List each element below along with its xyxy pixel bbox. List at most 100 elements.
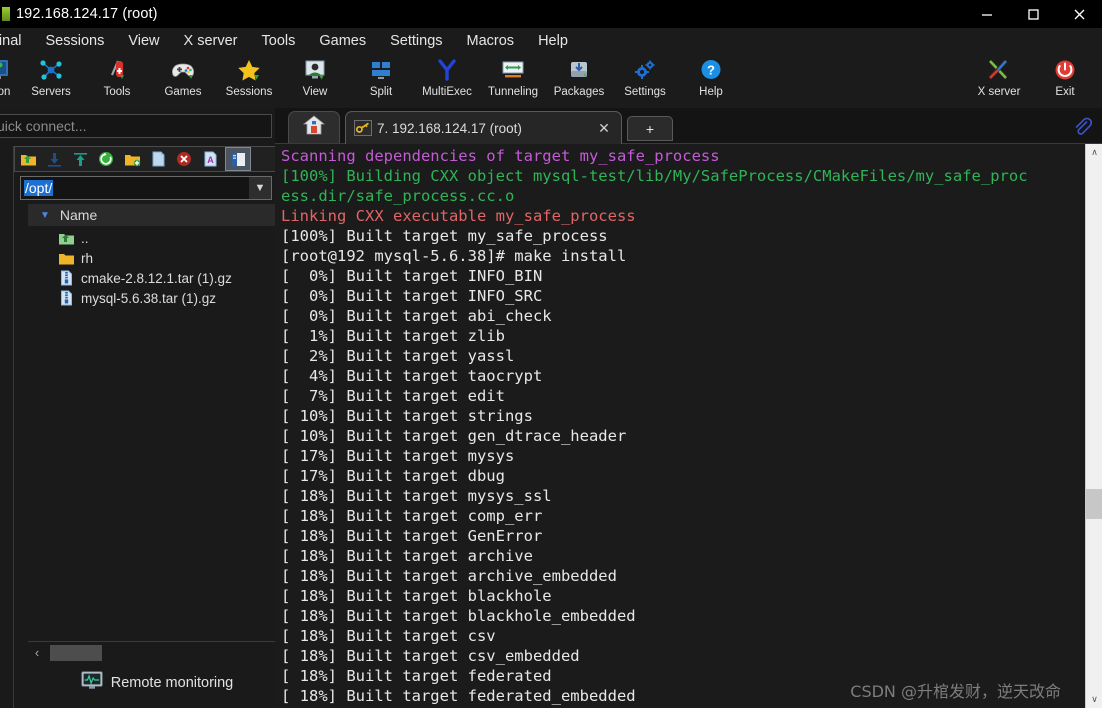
chevron-down-icon[interactable]: ▼ bbox=[249, 177, 271, 199]
toolbar-tunneling[interactable]: Tunneling bbox=[480, 54, 546, 108]
list-item[interactable]: mysql-5.6.38.tar (1).gz bbox=[28, 288, 288, 308]
scroll-left-arrow[interactable]: ‹ bbox=[28, 645, 46, 660]
toolbar-servers-label: Servers bbox=[31, 86, 71, 98]
upload-icon[interactable] bbox=[67, 147, 93, 171]
archive-file-icon bbox=[58, 290, 75, 306]
main-toolbar: ssion Servers bbox=[0, 54, 1102, 108]
column-header-name: Name bbox=[59, 207, 98, 223]
remote-monitoring-button[interactable]: Remote monitoring bbox=[28, 668, 286, 698]
maximize-button[interactable] bbox=[1010, 0, 1056, 28]
scroll-thumb[interactable] bbox=[1086, 489, 1102, 519]
sftp-column-header[interactable]: ▼ Name bbox=[28, 204, 286, 226]
settings-gear-icon bbox=[632, 56, 658, 84]
scroll-thumb[interactable] bbox=[50, 644, 102, 661]
toolbar-multiexec-label: MultiExec bbox=[422, 86, 472, 98]
tab-home[interactable] bbox=[288, 111, 340, 143]
toolbar-split[interactable]: Split bbox=[348, 54, 414, 108]
terminal-line: Scanning dependencies of target my_safe_… bbox=[281, 147, 720, 165]
folder-icon bbox=[58, 250, 75, 266]
new-folder-icon[interactable] bbox=[119, 147, 145, 171]
games-icon bbox=[169, 56, 197, 84]
terminal-line: [ 7%] Built target edit bbox=[281, 387, 505, 405]
terminal-output[interactable]: Scanning dependencies of target my_safe_… bbox=[275, 144, 1085, 708]
list-item[interactable]: rh bbox=[28, 248, 288, 268]
toolbar-view[interactable]: View bbox=[282, 54, 348, 108]
window-controls bbox=[964, 0, 1102, 28]
paperclip-icon[interactable] bbox=[1070, 115, 1094, 139]
toolbar-exit[interactable]: Exit bbox=[1032, 54, 1098, 108]
menu-view[interactable]: View bbox=[116, 28, 171, 54]
minimize-button[interactable] bbox=[964, 0, 1010, 28]
window-title: 192.168.124.17 (root) bbox=[16, 6, 158, 22]
menu-tools[interactable]: Tools bbox=[250, 28, 308, 54]
terminal-line: [ 18%] Built target comp_err bbox=[281, 507, 543, 525]
toolbar-session-label: ssion bbox=[0, 86, 11, 98]
toolbar-help-label: Help bbox=[699, 86, 723, 98]
menu-sessions[interactable]: Sessions bbox=[33, 28, 116, 54]
packages-icon bbox=[566, 56, 592, 84]
toolbar-settings[interactable]: Settings bbox=[612, 54, 678, 108]
terminal-line: [ 0%] Built target INFO_BIN bbox=[281, 267, 543, 285]
menu-terminal[interactable]: rminal bbox=[0, 28, 33, 54]
terminal-line: [ 18%] Built target archive bbox=[281, 547, 533, 565]
terminal-line: Linking CXX executable my_safe_process bbox=[281, 207, 636, 225]
toolbar-help[interactable]: ? Help bbox=[678, 54, 744, 108]
home-icon bbox=[302, 115, 326, 140]
file-name: rh bbox=[81, 250, 94, 266]
refresh-icon[interactable] bbox=[93, 147, 119, 171]
quick-connect-input[interactable]: uick connect... bbox=[0, 114, 272, 138]
terminal-line: [100%] Built target my_safe_process bbox=[281, 227, 608, 245]
sort-descending-icon: ▼ bbox=[40, 209, 50, 221]
terminal-line: [ 18%] Built target csv bbox=[281, 627, 496, 645]
sftp-path-input[interactable]: /opt/ ▼ bbox=[20, 176, 272, 200]
scroll-track[interactable] bbox=[46, 644, 268, 661]
toolbar-sessions-label: Sessions bbox=[225, 86, 273, 98]
tab-session-active[interactable]: 7. 192.168.124.17 (root) ✕ bbox=[345, 111, 622, 144]
terminal-line: [ 10%] Built target strings bbox=[281, 407, 533, 425]
toolbar-session[interactable]: ssion bbox=[0, 54, 18, 108]
terminal-line: [ 17%] Built target mysys bbox=[281, 447, 515, 465]
sftp-file-list: .. rh cmake-2.8.12.1.tar (1).gz mysql-5.… bbox=[28, 228, 288, 308]
menu-games[interactable]: Games bbox=[307, 28, 378, 54]
list-item[interactable]: .. bbox=[28, 228, 288, 248]
svg-text:?: ? bbox=[707, 63, 715, 78]
new-tab-button[interactable]: + bbox=[627, 116, 673, 141]
terminal-prompt-line: [root@192 mysql-5.6.38]# make install bbox=[281, 247, 627, 265]
sftp-panel: uick connect... A /opt/ ▼ ▼ Name .. rh c… bbox=[0, 108, 286, 708]
session-icon bbox=[0, 56, 10, 84]
menu-settings[interactable]: Settings bbox=[378, 28, 454, 54]
toolbar-servers[interactable]: Servers bbox=[18, 54, 84, 108]
terminal-line: [ 0%] Built target INFO_SRC bbox=[281, 287, 543, 305]
tab-close-icon[interactable]: ✕ bbox=[595, 120, 613, 137]
mobaxterm-window: 192.168.124.17 (root) rminal Sessions Vi… bbox=[0, 0, 1102, 708]
delete-icon[interactable] bbox=[171, 147, 197, 171]
scroll-down-arrow[interactable]: ∨ bbox=[1086, 691, 1102, 708]
multiexec-icon bbox=[434, 56, 460, 84]
terminal-line: [ 18%] Built target mysys_ssl bbox=[281, 487, 552, 505]
toolbar-sessions[interactable]: Sessions bbox=[216, 54, 282, 108]
list-item[interactable]: cmake-2.8.12.1.tar (1).gz bbox=[28, 268, 288, 288]
toolbar-tools[interactable]: Tools bbox=[84, 54, 150, 108]
toolbar-multiexec[interactable]: MultiExec bbox=[414, 54, 480, 108]
menu-x-server[interactable]: X server bbox=[172, 28, 250, 54]
toolbar-view-label: View bbox=[302, 86, 328, 98]
new-file-icon[interactable] bbox=[145, 147, 171, 171]
folder-up-icon[interactable] bbox=[15, 147, 41, 171]
toolbar-games[interactable]: Games bbox=[150, 54, 216, 108]
close-button[interactable] bbox=[1056, 0, 1102, 28]
archive-file-icon bbox=[58, 270, 75, 286]
menu-macros[interactable]: Macros bbox=[455, 28, 527, 54]
text-edit-icon[interactable]: A bbox=[197, 147, 223, 171]
download-icon[interactable] bbox=[41, 147, 67, 171]
toolbar-split-label: Split bbox=[369, 86, 393, 98]
toolbar-games-label: Games bbox=[164, 86, 202, 98]
toolbar-x-server[interactable]: X server bbox=[966, 54, 1032, 108]
scroll-up-arrow[interactable]: ∧ bbox=[1086, 144, 1102, 161]
sftp-horizontal-scrollbar[interactable]: ‹ › bbox=[28, 641, 286, 663]
tunneling-icon bbox=[500, 56, 526, 84]
file-name: .. bbox=[81, 230, 89, 246]
menu-help[interactable]: Help bbox=[526, 28, 580, 54]
panel-view-icon[interactable] bbox=[225, 147, 251, 171]
terminal-vertical-scrollbar[interactable]: ∧ ∨ bbox=[1085, 144, 1102, 708]
toolbar-packages[interactable]: Packages bbox=[546, 54, 612, 108]
